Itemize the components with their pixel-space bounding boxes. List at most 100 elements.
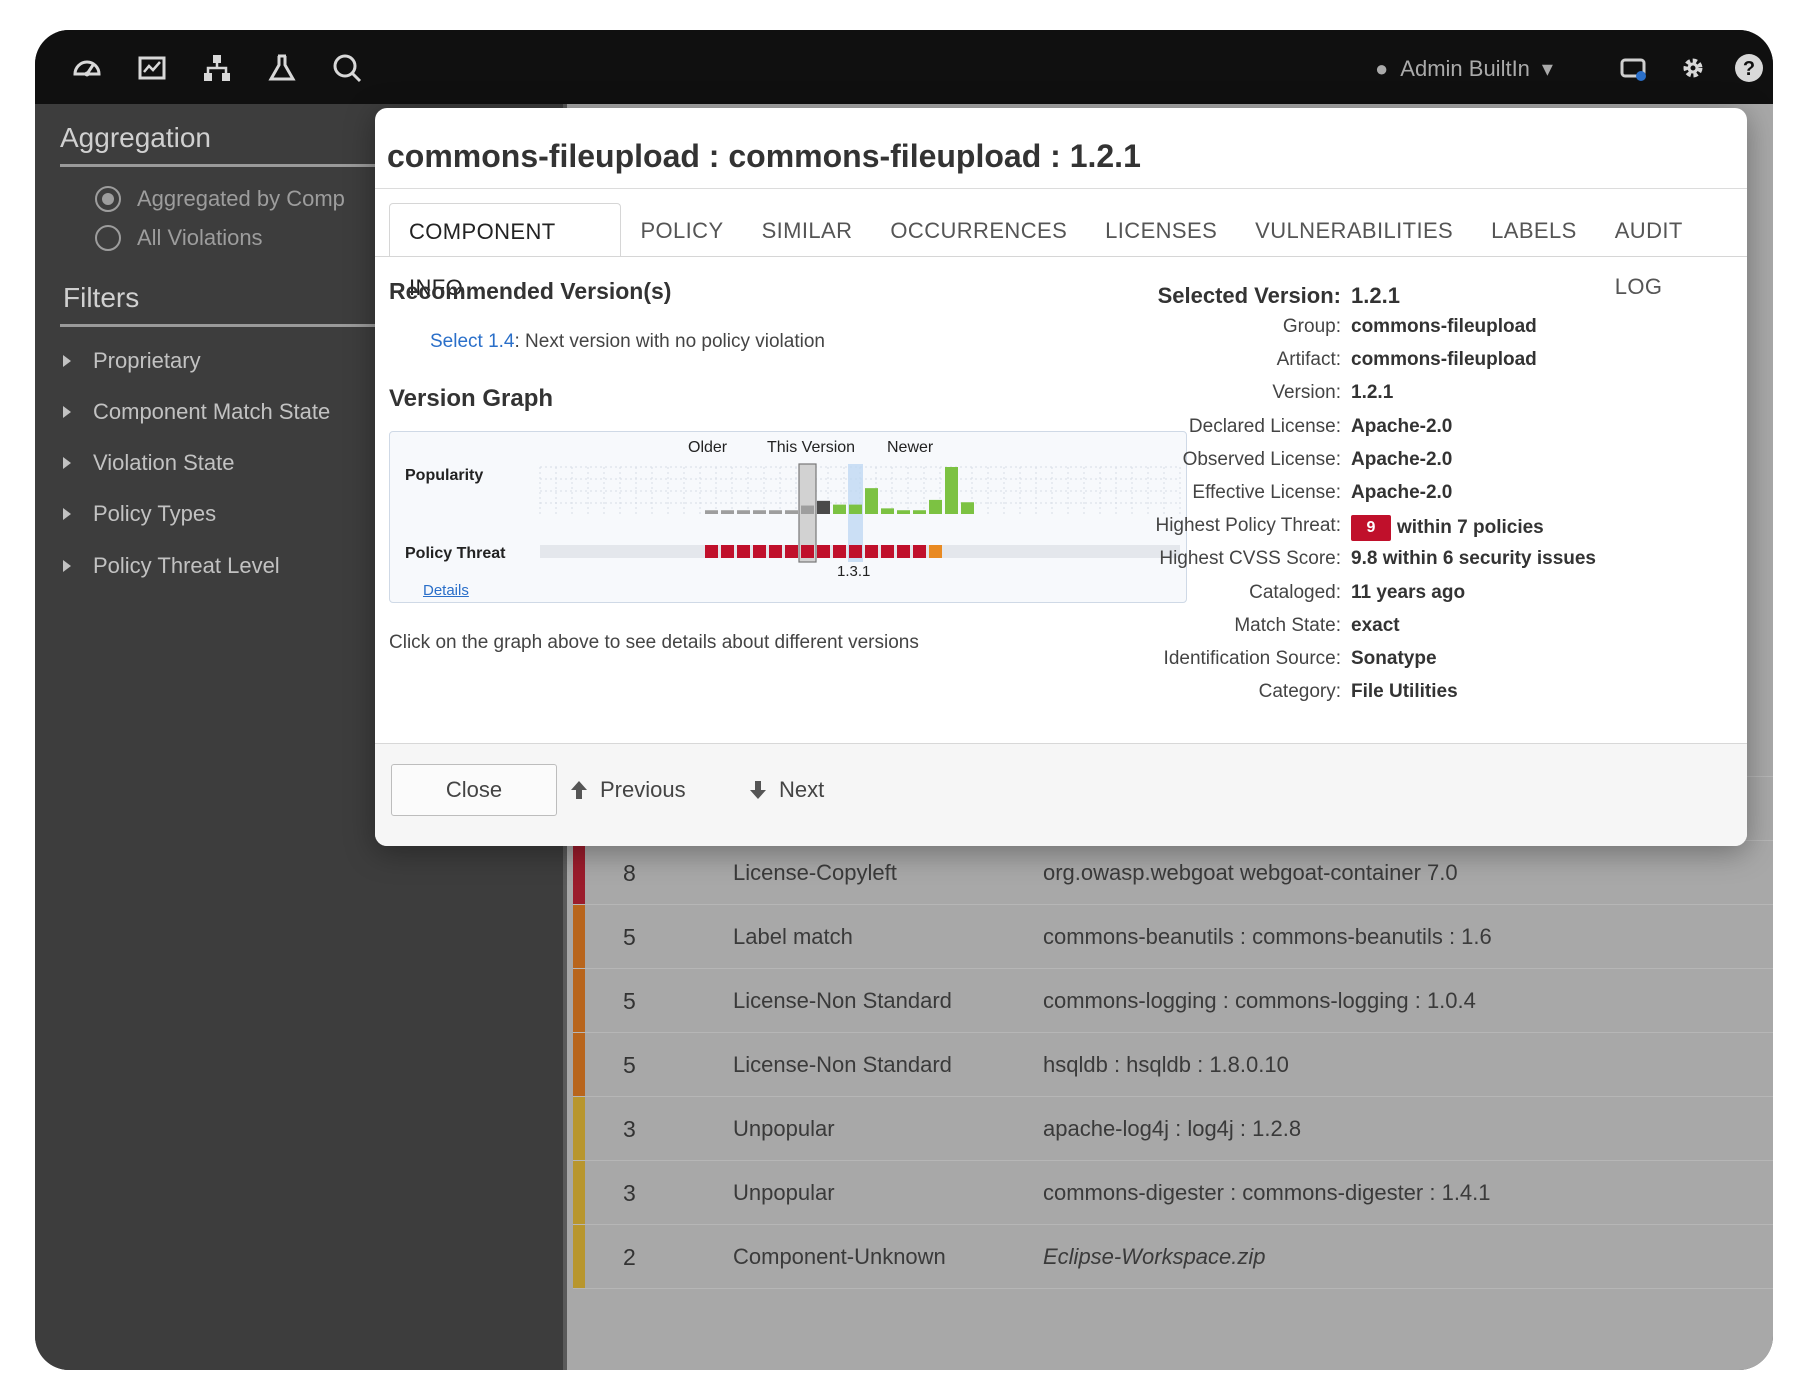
info-value-wrap: 9.8 within 6 security issues	[1351, 548, 1596, 570]
info-value-wrap: 9 within 7 policies	[1351, 515, 1544, 542]
tab-similar[interactable]: SIMILAR	[743, 203, 872, 257]
dashboard-icon[interactable]	[69, 50, 105, 86]
table-row[interactable]: 3 Unpopular apache-log4j : log4j : 1.2.8	[573, 1097, 1773, 1161]
info-row: Artifact: commons-fileupload	[1095, 349, 1735, 379]
close-button[interactable]: Close	[391, 764, 557, 816]
top-nav-bar: ● Admin BuiltIn ▾ ?	[35, 30, 1773, 104]
threat-level-bar	[573, 1161, 585, 1224]
info-row: Category: File Utilities	[1095, 681, 1735, 711]
next-button-label: Next	[779, 777, 825, 802]
info-row: Identification Source: Sonatype	[1095, 648, 1735, 678]
gear-icon[interactable]	[1675, 50, 1711, 86]
table-cell-threat: 5	[623, 1052, 636, 1078]
version-graph[interactable]: Older This Version Newer Popularity Poli…	[389, 431, 1187, 603]
table-row[interactable]: 5 License-Non Standard commons-logging : c…	[573, 969, 1773, 1033]
info-label: Match State:	[1234, 614, 1341, 636]
info-label: Identification Source:	[1163, 648, 1341, 669]
table-row[interactable]: 2 Component-Unknown Eclipse-Workspace.zip	[573, 1225, 1773, 1289]
labs-icon[interactable]	[264, 50, 300, 86]
previous-button[interactable]: Previous	[568, 764, 686, 816]
filter-label: Component Match State	[93, 399, 331, 424]
table-row[interactable]: 5 License-Non Standard hsqldb : hsqldb : 1…	[573, 1033, 1773, 1097]
threat-bar	[785, 545, 798, 558]
threat-level-bar	[573, 1097, 585, 1160]
radio-selected[interactable]	[95, 186, 121, 212]
info-label: Category:	[1258, 681, 1341, 703]
modal-title: commons-fileupload : commons-fileupload …	[387, 138, 1141, 174]
table-cell-component: org.owasp.webgoat webgoat-container 7.0	[1043, 860, 1458, 885]
threat-level-bar	[573, 841, 585, 904]
info-value-wrap: Apache-2.0	[1351, 449, 1452, 471]
table-cell-policy: License-Non Standard	[733, 1052, 952, 1077]
info-label: Observed License:	[1182, 448, 1341, 470]
info-row: Observed License: Apache-2.0	[1095, 449, 1735, 479]
select-version-link[interactable]: Select 1.4	[430, 331, 515, 352]
popularity-bar	[801, 505, 814, 514]
filter-violation-state[interactable]: Violation State	[63, 450, 234, 476]
table-cell-policy: Unpopular	[733, 1180, 835, 1205]
caret-right-icon	[63, 355, 71, 367]
aggregation-option-label: All Violations	[137, 225, 263, 250]
info-label: Group:	[1282, 316, 1341, 337]
filter-component-match-state[interactable]: Component Match State	[63, 399, 330, 425]
filter-proprietary[interactable]: Proprietary	[63, 348, 201, 374]
threat-bar	[721, 545, 734, 558]
filter-policy-threat-level[interactable]: Policy Threat Level	[63, 553, 280, 579]
popularity-bar	[769, 510, 782, 514]
info-label: Highest Policy Threat:	[1155, 515, 1341, 537]
aggregation-option[interactable]: Aggregated by Comp	[95, 186, 345, 212]
filter-label: Proprietary	[93, 348, 201, 373]
info-value: Sonatype	[1351, 648, 1437, 669]
graph-hint: Click on the graph above to see details …	[389, 632, 919, 653]
tab-component-info[interactable]: COMPONENT INFO	[389, 203, 622, 300]
threat-level-bar	[573, 1033, 585, 1096]
info-value: Apache-2.0	[1351, 482, 1453, 503]
table-row[interactable]: 3 Unpopular commons-digester : commons-dig…	[573, 1161, 1773, 1225]
graph-details-link[interactable]: Details	[423, 582, 469, 599]
aggregation-option-label: Aggregated by Comp	[137, 186, 345, 211]
popularity-bar	[817, 500, 830, 514]
info-row: Highest CVSS Score: 9.8 within 6 security…	[1095, 548, 1735, 578]
tab-vulnerabilities[interactable]: VULNERABILITIES	[1236, 203, 1472, 257]
table-cell-threat: 5	[623, 988, 636, 1014]
popularity-bar	[785, 510, 798, 514]
caret-right-icon	[63, 508, 71, 520]
help-icon[interactable]: ?	[1731, 50, 1767, 86]
tab-labels[interactable]: LABELS	[1472, 203, 1596, 257]
notifications-icon[interactable]	[1615, 50, 1651, 86]
threat-bar	[801, 545, 814, 558]
info-value-wrap: exact	[1351, 615, 1400, 637]
threat-bar	[769, 545, 782, 558]
threat-badge: 9	[1351, 515, 1391, 542]
next-button[interactable]: Next	[747, 764, 824, 816]
table-cell-component: Eclipse-Workspace.zip	[1043, 1244, 1266, 1269]
radio-unselected[interactable]	[95, 225, 121, 251]
organizations-icon[interactable]	[199, 50, 235, 86]
tab-policy[interactable]: POLICY	[621, 203, 742, 257]
popularity-bar	[929, 499, 942, 514]
graph-label-newer: Newer	[887, 439, 934, 456]
info-value-wrap: Apache-2.0	[1351, 416, 1452, 438]
info-row: Highest Policy Threat: 9 within 7 policies	[1095, 515, 1735, 545]
tab-licenses[interactable]: LICENSES	[1086, 203, 1236, 257]
arrow-down-icon	[750, 781, 766, 799]
popularity-bar	[705, 510, 718, 514]
filter-policy-types[interactable]: Policy Types	[63, 501, 216, 527]
info-label: Selected Version:	[1157, 283, 1341, 308]
table-cell-component: commons-logging : commons-logging : 1.0.…	[1043, 988, 1476, 1013]
threat-bar	[833, 545, 846, 558]
previous-button-label: Previous	[600, 777, 686, 802]
tab-occurrences[interactable]: OCCURRENCES	[871, 203, 1086, 257]
table-row[interactable]: 8 License-Copyleft org.owasp.webgoat webgo…	[573, 841, 1773, 905]
chevron-down-icon: ▾	[1541, 56, 1553, 81]
info-label: Version:	[1272, 382, 1341, 404]
table-cell-component: apache-log4j : log4j : 1.2.8	[1043, 1116, 1302, 1141]
table-row[interactable]: 5 Label match commons-beanutils : commons-…	[573, 905, 1773, 969]
user-menu[interactable]: ● Admin BuiltIn ▾	[1375, 56, 1553, 82]
search-icon[interactable]	[329, 50, 365, 86]
tab-audit-log[interactable]: AUDIT LOG	[1596, 203, 1747, 299]
version-graph-canvas[interactable]	[390, 432, 1188, 604]
aggregation-option[interactable]: All Violations	[95, 225, 263, 251]
reports-icon[interactable]	[134, 50, 170, 86]
modal-footer: Close Previous Next	[375, 743, 1747, 846]
